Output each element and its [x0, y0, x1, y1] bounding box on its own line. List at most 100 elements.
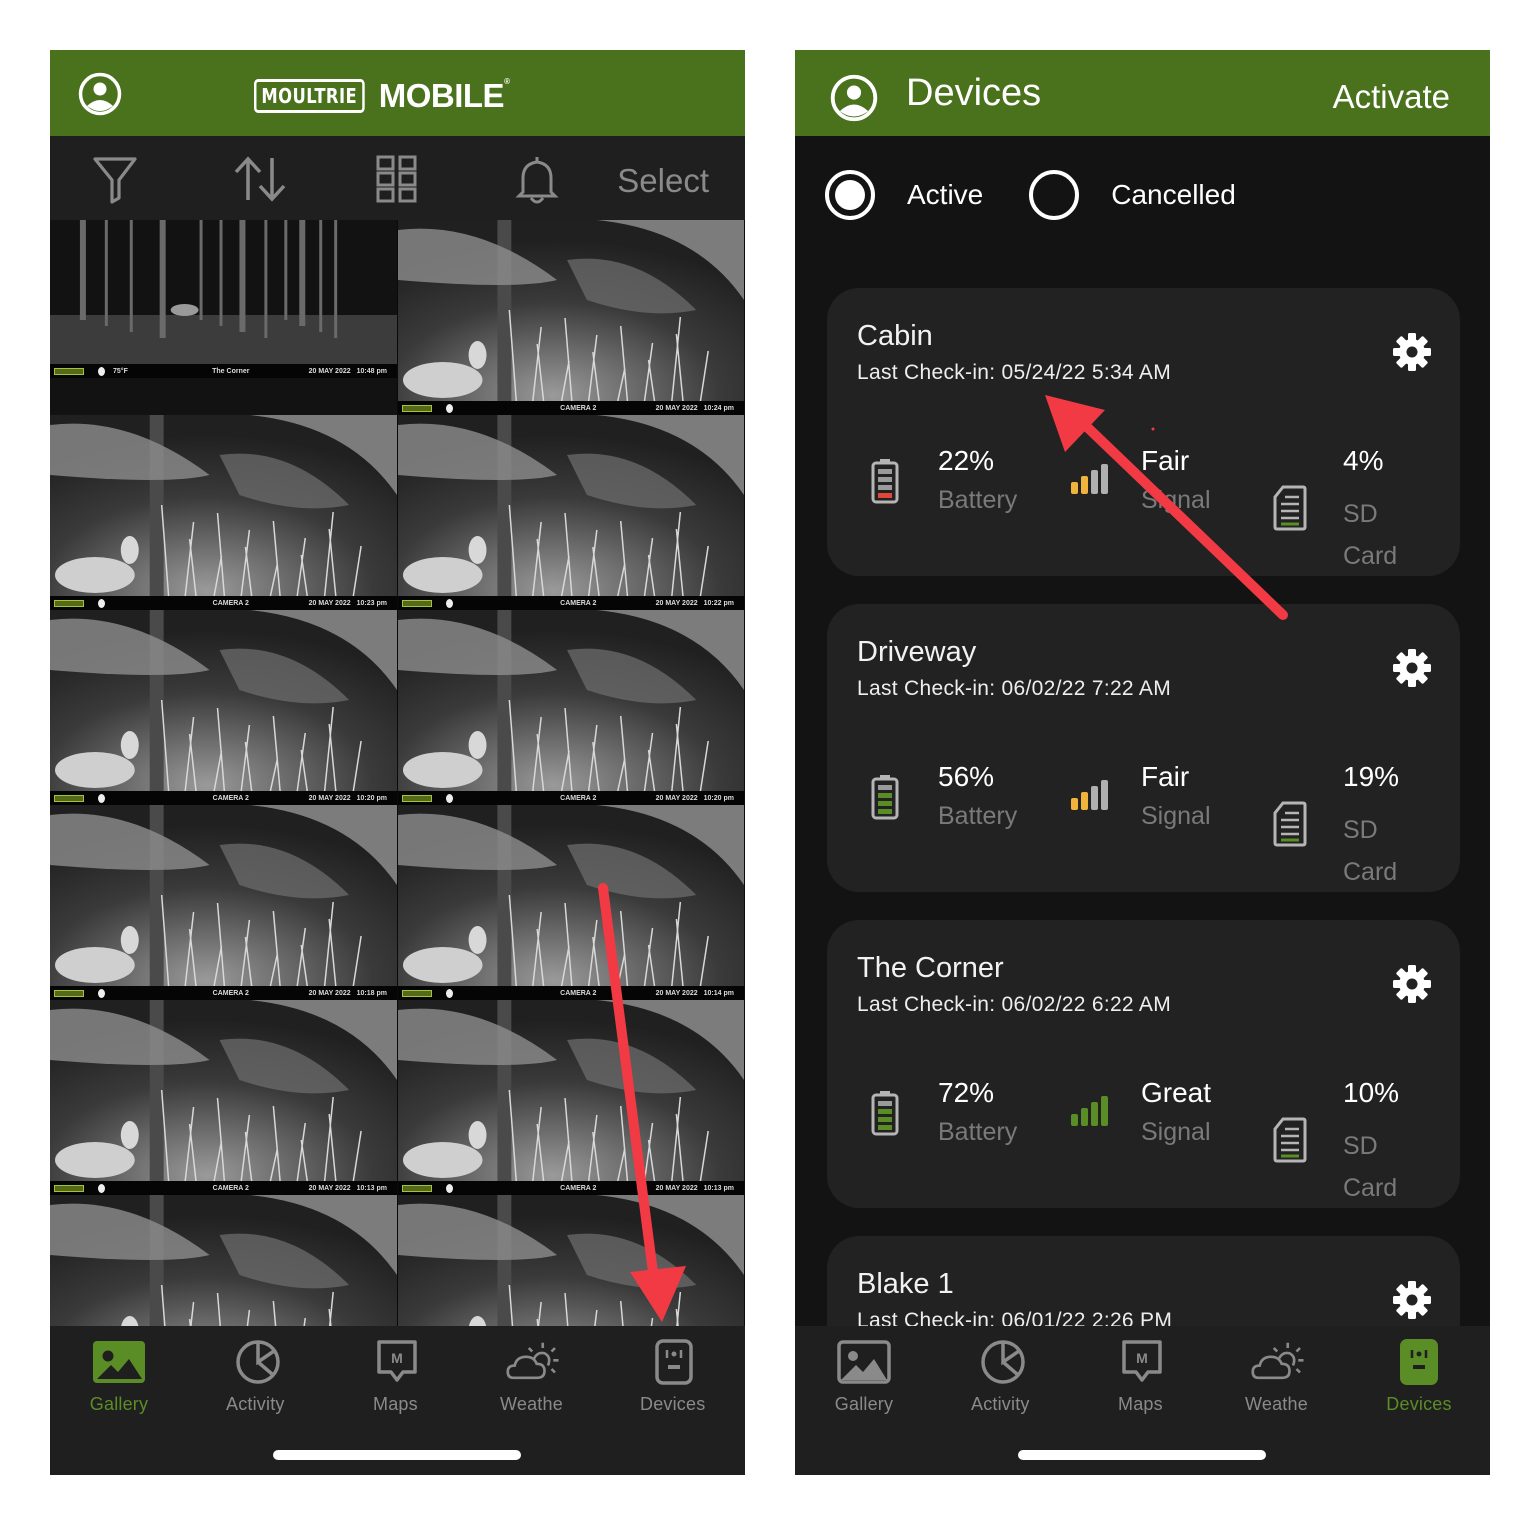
- photo-thumbnail[interactable]: CAMERA 2 20 MAY 2022 10:14 pm: [398, 805, 745, 1000]
- device-card[interactable]: The Corner Last Check-in: 06/02/22 6:22 A…: [827, 920, 1460, 1208]
- tab-label: Activity: [226, 1394, 285, 1414]
- battery-percent: 56%: [938, 761, 995, 792]
- home-indicator[interactable]: [273, 1450, 521, 1460]
- device-card[interactable]: Cabin Last Check-in: 05/24/22 5:34 AM 22% B…: [827, 288, 1460, 576]
- photo-thumbnail[interactable]: CAMERA 2 20 MAY 2022 10:23 pm: [50, 415, 398, 610]
- logo-word: MOBILE®: [378, 77, 510, 114]
- last-checkin: Last Check-in: 05/24/22 5:34 AM: [857, 361, 1171, 384]
- photo-time: 10:20 pm: [703, 794, 734, 802]
- tab-activity[interactable]: Activity: [943, 1338, 1063, 1415]
- gear-icon[interactable]: [1392, 964, 1432, 1004]
- tab-label: Weathe: [500, 1394, 563, 1414]
- page-title: Devices: [906, 72, 1042, 114]
- profile-icon[interactable]: [830, 74, 878, 122]
- photo-thumbnail[interactable]: CAMERA 2 20 MAY 2022 10:13 pm: [50, 1000, 398, 1195]
- trail-camera-image: [50, 610, 397, 805]
- sd-card-label: SD: [1343, 500, 1378, 528]
- tab-gallery[interactable]: Gallery: [804, 1338, 924, 1415]
- battery-label: Battery: [938, 486, 1018, 514]
- cancelled-radio-label[interactable]: Cancelled: [1111, 179, 1236, 211]
- notifications-button[interactable]: [512, 154, 562, 204]
- photo-thumbnail[interactable]: CAMERA 2 20 MAY 2022 10:13 pm: [398, 1000, 745, 1195]
- filter-button[interactable]: [90, 154, 140, 204]
- photo-thumbnail[interactable]: CAMERA 2 20 MAY 2022 10:24 pm: [398, 220, 745, 415]
- photo-date: 20 MAY 2022: [655, 1184, 698, 1192]
- tab-weather[interactable]: Weathe: [474, 1338, 594, 1415]
- sd-card-percent: 4%: [1343, 445, 1384, 476]
- gear-icon[interactable]: [1392, 1280, 1432, 1320]
- signal-label: Signal: [1141, 1118, 1211, 1146]
- trail-camera-image: [398, 415, 744, 610]
- photo-thumbnail[interactable]: CAMERA 2 20 MAY 2022 10:18 pm: [50, 805, 398, 1000]
- moon-phase-icon: [446, 598, 453, 608]
- filter-icon: [93, 157, 137, 204]
- tab-maps[interactable]: M Maps: [337, 1338, 457, 1415]
- sd-card-icon: [1273, 485, 1307, 531]
- photo-time: 10:14 pm: [703, 989, 734, 997]
- battery-percent: 22%: [938, 445, 995, 476]
- photo-date: 20 MAY 2022: [308, 1184, 351, 1192]
- sort-button[interactable]: [230, 154, 290, 204]
- battery-label: Battery: [938, 802, 1018, 830]
- moultrie-badge: [402, 989, 432, 997]
- photo-thumbnail[interactable]: CAMERA 2 20 MAY 2022 10:22 pm: [398, 415, 745, 610]
- signal-label: Signal: [1141, 486, 1211, 514]
- trail-camera-image: [398, 220, 744, 415]
- gallery-toolbar: Select: [50, 136, 745, 220]
- moon-phase-icon: [98, 1183, 105, 1193]
- app-header: MOULTRIE MOBILE®: [50, 50, 745, 136]
- device-name: Cabin: [857, 320, 933, 352]
- moultrie-badge: [402, 794, 432, 802]
- gear-icon[interactable]: [1392, 332, 1432, 372]
- devices-icon: [655, 1339, 693, 1385]
- bell-icon: [515, 157, 559, 204]
- grid-view-button[interactable]: [372, 154, 422, 204]
- signal-label: Signal: [1141, 802, 1211, 830]
- battery-icon: [871, 1091, 899, 1136]
- photo-info-stamp: 75°F The Corner 20 MAY 2022 10:48 pm: [50, 364, 397, 378]
- bottom-tab-bar: Gallery Activity M Maps Weathe Devices: [50, 1326, 745, 1475]
- moultrie-badge: [402, 404, 432, 412]
- sd-card-label: Card: [1343, 1174, 1398, 1202]
- tab-weather[interactable]: Weathe: [1219, 1338, 1339, 1415]
- photo-date: 20 MAY 2022: [655, 989, 698, 997]
- photo-time: 10:23 pm: [356, 599, 387, 607]
- device-card[interactable]: Driveway Last Check-in: 06/02/22 7:22 AM 5…: [827, 604, 1460, 892]
- photo-thumbnail[interactable]: CAMERA 2 20 MAY 2022 10:20 pm: [398, 610, 745, 805]
- trail-camera-image: [50, 220, 397, 415]
- active-radio-label[interactable]: Active: [907, 179, 983, 211]
- tab-devices[interactable]: Devices: [614, 1338, 734, 1415]
- trail-camera-image: [50, 1000, 397, 1195]
- profile-icon[interactable]: [78, 72, 122, 116]
- photo-info-stamp: CAMERA 2 20 MAY 2022 10:24 pm: [398, 401, 744, 415]
- tab-maps[interactable]: M Maps: [1082, 1338, 1202, 1415]
- photo-camera-name: CAMERA 2: [560, 794, 597, 802]
- photo-info-stamp: CAMERA 2 20 MAY 2022 10:13 pm: [398, 1181, 744, 1195]
- select-button[interactable]: Select: [617, 162, 709, 200]
- photo-camera-name: CAMERA 2: [212, 794, 249, 802]
- photo-info-stamp: CAMERA 2 20 MAY 2022 10:23 pm: [50, 596, 397, 610]
- active-radio[interactable]: [825, 170, 875, 220]
- photo-thumbnail[interactable]: CAMERA 2 20 MAY 2022 10:20 pm: [50, 610, 398, 805]
- activate-button[interactable]: Activate: [1333, 78, 1450, 116]
- photo-date: 20 MAY 2022: [308, 794, 351, 802]
- svg-text:M: M: [391, 1350, 403, 1366]
- devices-icon: [1400, 1339, 1438, 1385]
- photo-camera-name: CAMERA 2: [212, 599, 249, 607]
- tab-gallery[interactable]: Gallery: [59, 1338, 179, 1415]
- photo-thumbnail[interactable]: 75°F The Corner 20 MAY 2022 10:48 pm: [50, 220, 398, 415]
- photo-time: 10:13 pm: [356, 1184, 387, 1192]
- logo-box-text: MOULTRIE: [254, 79, 365, 113]
- weather-icon: [506, 1342, 559, 1380]
- sd-card-percent: 10%: [1343, 1077, 1400, 1108]
- tab-devices[interactable]: Devices: [1359, 1338, 1479, 1415]
- photo-info-stamp: CAMERA 2 20 MAY 2022 10:14 pm: [398, 986, 744, 1000]
- gallery-icon: [93, 1341, 145, 1383]
- tab-activity[interactable]: Activity: [198, 1338, 318, 1415]
- sd-card-label: Card: [1343, 858, 1398, 886]
- cancelled-radio[interactable]: [1029, 170, 1080, 220]
- home-indicator[interactable]: [1018, 1450, 1266, 1460]
- signal-strength-icon: [1071, 1096, 1108, 1126]
- moultrie-badge: [54, 794, 84, 802]
- gear-icon[interactable]: [1392, 648, 1432, 688]
